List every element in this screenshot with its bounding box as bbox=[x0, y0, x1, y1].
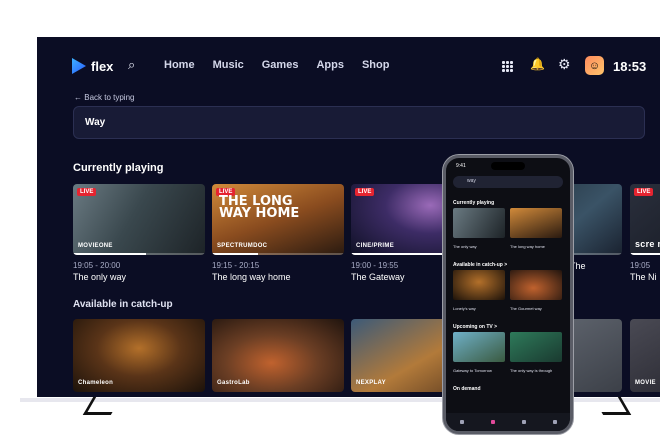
phone-tab-search-icon[interactable] bbox=[521, 420, 526, 424]
live-badge: LIVE bbox=[634, 188, 654, 196]
search-icon[interactable]: ⌕ bbox=[128, 57, 135, 73]
phone-search-input[interactable]: way bbox=[453, 176, 563, 188]
program-card[interactable]: LIVE scre mo 19:05 The Ni bbox=[630, 184, 660, 282]
program-title: The Ni bbox=[630, 272, 657, 282]
phone-tab-account-icon[interactable] bbox=[552, 420, 557, 424]
phone-thumbnail[interactable] bbox=[510, 270, 562, 300]
catchup-thumbnail: GastroLab bbox=[212, 319, 344, 392]
nav-games[interactable]: Games bbox=[262, 59, 299, 71]
channel-logo: Chameleon bbox=[78, 380, 114, 386]
channel-logo: CINE/PRIME bbox=[356, 243, 395, 249]
program-card[interactable]: LIVE THE LONG WAY HOME SPECTRUMDOC 19:15 … bbox=[212, 184, 344, 282]
phone-status-time: 9:41 bbox=[456, 163, 466, 169]
bell-icon[interactable]: 🔔 bbox=[530, 57, 545, 71]
product-mockup: flex ⌕ Home Music Games Apps Shop 🔔 ⚙ ☺ … bbox=[0, 0, 660, 440]
brand-name: flex bbox=[91, 58, 114, 74]
nav-home[interactable]: Home bbox=[164, 59, 195, 71]
phone-caption: Lonely's way bbox=[453, 306, 476, 311]
channel-logo: MOVIE bbox=[635, 380, 656, 386]
phone-thumbnail[interactable] bbox=[510, 332, 562, 362]
apps-grid-icon[interactable] bbox=[502, 61, 513, 72]
phone-tab-home-icon[interactable] bbox=[459, 420, 464, 424]
nav-shop[interactable]: Shop bbox=[362, 59, 390, 71]
program-thumbnail: LIVE scre mo bbox=[630, 184, 660, 255]
program-card[interactable]: LIVE MOVIEONE 19:05 - 20:00 The only way bbox=[73, 184, 205, 282]
search-input[interactable]: Way bbox=[73, 106, 645, 139]
catchup-card[interactable]: GastroLab bbox=[212, 319, 344, 392]
phone-section-currently-playing: Currently playing bbox=[453, 200, 495, 206]
phone-section-upcoming: Upcoming on TV > bbox=[453, 324, 498, 330]
clock: 18:53 bbox=[613, 59, 647, 74]
progress-bar bbox=[212, 253, 344, 255]
channel-logo: NEXPLAY bbox=[356, 380, 386, 386]
arrow-left-icon: ← bbox=[74, 93, 82, 102]
phone-caption: Gateway to Tomorrow bbox=[453, 368, 492, 373]
back-label: Back to typing bbox=[84, 93, 135, 102]
program-time: 19:05 bbox=[630, 261, 651, 270]
live-badge: LIVE bbox=[355, 188, 375, 196]
program-title: The bbox=[570, 261, 586, 271]
phone-thumbnail[interactable] bbox=[453, 332, 505, 362]
phone-caption: The long way home bbox=[510, 244, 545, 249]
brand-logo[interactable]: flex bbox=[72, 58, 113, 74]
phone-thumbnail[interactable] bbox=[510, 208, 562, 238]
channel-logo: GastroLab bbox=[217, 380, 250, 386]
progress-bar bbox=[630, 253, 660, 255]
program-art-title: THE LONG WAY HOME bbox=[219, 194, 300, 221]
program-thumbnail: LIVE MOVIEONE bbox=[73, 184, 205, 255]
catchup-card[interactable]: MOVIE bbox=[630, 319, 660, 392]
phone-caption: The Gourmet way bbox=[510, 306, 542, 311]
channel-logo: MOVIEONE bbox=[78, 243, 113, 249]
nav-apps[interactable]: Apps bbox=[316, 59, 344, 71]
phone-notch bbox=[491, 162, 525, 170]
phone-caption: The only way is through bbox=[510, 368, 553, 373]
phone-caption: The only way bbox=[453, 244, 477, 249]
program-title: The only way bbox=[73, 272, 127, 282]
phone-tab-channels-icon[interactable] bbox=[490, 420, 495, 424]
phone-section-catch-up: Available in catch-up > bbox=[453, 262, 508, 268]
catchup-thumbnail: MOVIE bbox=[630, 319, 660, 392]
search-value: Way bbox=[85, 117, 106, 128]
section-title-currently-playing: Currently playing bbox=[73, 162, 164, 174]
main-nav: Home Music Games Apps Shop bbox=[164, 59, 389, 71]
phone-thumbnail[interactable] bbox=[453, 208, 505, 238]
phone-search-value: way bbox=[467, 178, 476, 184]
program-thumbnail: LIVE THE LONG WAY HOME SPECTRUMDOC bbox=[212, 184, 344, 255]
program-title: The long way home bbox=[212, 272, 291, 282]
live-badge: LIVE bbox=[77, 188, 97, 196]
channel-logo: SPECTRUMDOC bbox=[217, 243, 268, 249]
phone-mockup: 9:41 way Currently playing The only way … bbox=[443, 155, 573, 434]
program-time: 19:15 - 20:15 bbox=[212, 261, 260, 270]
back-to-typing-link[interactable]: ← Back to typing bbox=[74, 93, 134, 102]
program-time: 19:05 - 20:00 bbox=[73, 261, 121, 270]
channel-logo: scre mo bbox=[635, 239, 660, 249]
flex-logo-icon bbox=[72, 58, 86, 74]
phone-thumbnail[interactable] bbox=[453, 270, 505, 300]
section-title-catch-up: Available in catch-up bbox=[73, 299, 173, 310]
phone-section-on-demand: On demand bbox=[453, 386, 481, 392]
gear-icon[interactable]: ⚙ bbox=[558, 56, 571, 73]
catchup-thumbnail: Chameleon bbox=[73, 319, 205, 392]
catchup-card[interactable]: Chameleon bbox=[73, 319, 205, 392]
phone-tab-bar bbox=[446, 413, 570, 431]
progress-bar bbox=[73, 253, 205, 255]
nav-music[interactable]: Music bbox=[213, 59, 244, 71]
avatar[interactable]: ☺ bbox=[585, 56, 604, 75]
